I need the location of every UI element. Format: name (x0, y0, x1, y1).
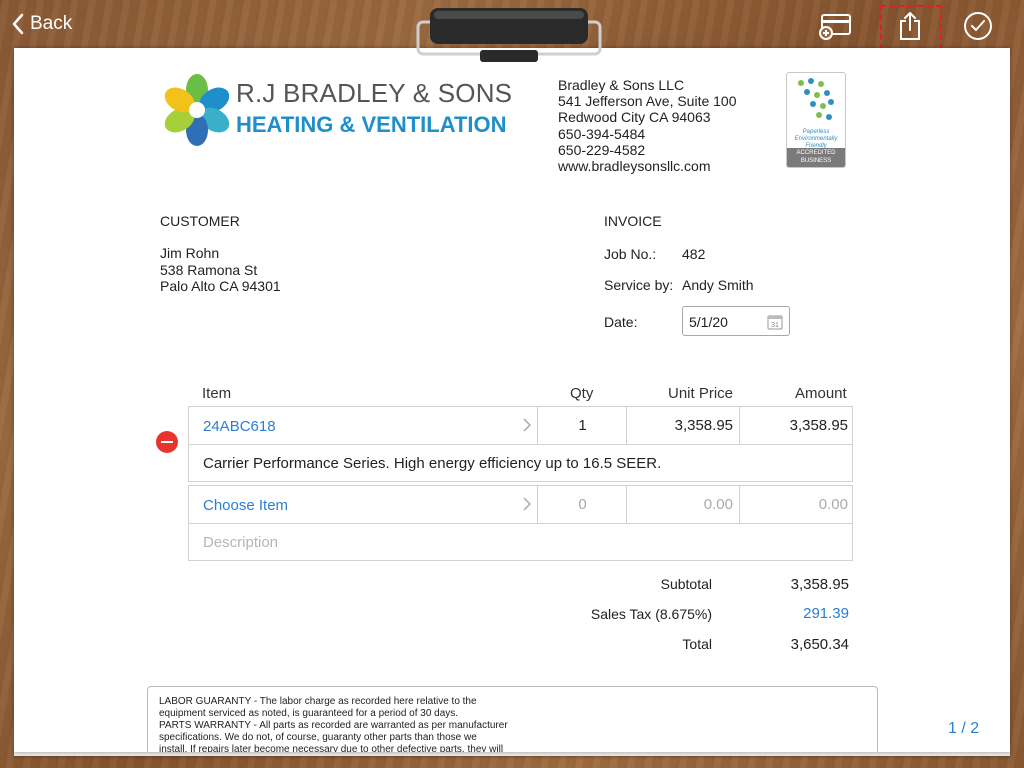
unit-price-value: 3,358.95 (674, 417, 733, 434)
badge-caption-line: Paperless (802, 129, 830, 135)
sales-tax-value[interactable]: 291.39 (803, 605, 849, 622)
terms-line: PARTS WARRANTY - All parts as recorded a… (159, 720, 508, 731)
total-label: Total (682, 636, 712, 652)
amount-value: 3,358.95 (789, 417, 848, 434)
terms-line: specifications. We do not, of course, gu… (159, 732, 477, 743)
paperless-badge-icon (798, 78, 834, 120)
customer-name: Jim Rohn (160, 245, 220, 261)
unit-price-cell[interactable]: 3,358.95 (627, 407, 740, 444)
qty-value: 0 (578, 496, 587, 513)
qty-value: 1 (578, 417, 587, 434)
row-divider (189, 523, 852, 524)
add-card-button[interactable] (817, 8, 853, 44)
empty-line-item-row: Choose Item 0 0.00 0.00 Description (188, 485, 853, 561)
badge-caption-line: Environmentally (794, 136, 838, 142)
terms-line: install. If repairs later become necessa… (159, 744, 504, 752)
qty-cell[interactable]: 1 (538, 407, 627, 444)
clipboard-clip-icon (416, 8, 602, 62)
description-placeholder[interactable]: Description (203, 534, 278, 551)
terms-line: equipment serviced as noted, is guarante… (159, 708, 459, 719)
company-contact: Bradley & Sons LLC 541 Jefferson Ave, Su… (558, 77, 737, 174)
unit-price-cell[interactable]: 0.00 (627, 486, 740, 523)
chevron-left-icon (12, 13, 24, 35)
badge-footer-line: BUSINESS (800, 158, 832, 164)
company-website: www.bradleysonsllc.com (558, 158, 711, 175)
column-header-qty: Qty (570, 385, 594, 402)
calendar-icon: 31 (767, 315, 783, 330)
chevron-right-icon (523, 418, 531, 432)
company-address: 541 Jefferson Ave, Suite 100 (558, 93, 737, 110)
job-number-label: Job No.: (604, 246, 657, 262)
badge-footer: ACCREDITED BUSINESS (787, 148, 845, 167)
badge-caption: Paperless Environmentally Friendly (787, 129, 845, 150)
amount-cell: 3,358.95 (740, 407, 852, 444)
choose-item-link[interactable]: Choose Item (203, 497, 288, 514)
brand-name: R.J BRADLEY & SONS (236, 78, 513, 108)
back-button[interactable]: Back (12, 13, 72, 35)
terms-textbox[interactable]: LABOR GUARANTY - The labor charge as rec… (147, 686, 878, 752)
accredited-badge: Paperless Environmentally Friendly ACCRE… (786, 72, 846, 168)
company-city: Redwood City CA 94063 (558, 109, 711, 126)
delete-row-button[interactable] (156, 431, 178, 453)
service-by-value: Andy Smith (682, 277, 754, 293)
item-cell[interactable]: Choose Item (189, 486, 538, 523)
customer-heading: CUSTOMER (160, 213, 240, 229)
checkmark-circle-icon (964, 12, 992, 40)
company-name: Bradley & Sons LLC (558, 77, 685, 93)
column-header-amount: Amount (795, 385, 847, 402)
done-button[interactable] (960, 8, 996, 44)
credit-card-add-icon (819, 14, 851, 40)
company-phone-2: 650-229-4582 (558, 141, 646, 158)
company-phone-1: 650-394-5484 (558, 125, 646, 142)
column-header-unit-price: Unit Price (668, 385, 734, 402)
qty-cell[interactable]: 0 (538, 486, 627, 523)
item-description[interactable]: Carrier Performance Series. High energy … (203, 455, 661, 472)
amount-cell: 0.00 (740, 486, 852, 523)
date-field[interactable]: 5/1/20 31 (682, 306, 790, 336)
sales-tax-label: Sales Tax (8.675%) (590, 606, 712, 622)
calendar-day: 31 (771, 322, 779, 329)
column-header-item: Item (202, 385, 232, 402)
back-label: Back (30, 13, 73, 34)
customer-city: Palo Alto CA 94301 (160, 278, 281, 294)
chevron-right-icon (523, 497, 531, 511)
amount-value: 0.00 (818, 496, 848, 513)
item-name-link[interactable]: 24ABC618 (203, 418, 276, 435)
badge-footer-line: ACCREDITED (796, 150, 836, 156)
date-label: Date: (604, 314, 638, 330)
line-item-row: 24ABC618 1 3,358.95 3,358.95 Carrier Per… (188, 406, 853, 482)
service-by-label: Service by: (604, 277, 674, 293)
page-indicator[interactable]: 1 / 2 (948, 720, 979, 738)
invoice-paper: R.J BRADLEY & SONS HEATING & VENTILATION… (14, 48, 1010, 752)
invoice-heading: INVOICE (604, 213, 662, 229)
unit-price-value: 0.00 (703, 496, 733, 513)
row-divider (189, 444, 852, 445)
brand-subtitle: HEATING & VENTILATION (236, 112, 507, 137)
date-value: 5/1/20 (689, 314, 728, 330)
customer-street: 538 Ramona St (160, 262, 258, 278)
total-value: 3,650.34 (790, 636, 849, 653)
subtotal-value: 3,358.95 (790, 576, 849, 593)
item-cell[interactable]: 24ABC618 (189, 407, 538, 444)
job-number-value: 482 (682, 246, 706, 262)
terms-line: LABOR GUARANTY - The labor charge as rec… (159, 696, 477, 707)
subtotal-label: Subtotal (660, 576, 712, 592)
